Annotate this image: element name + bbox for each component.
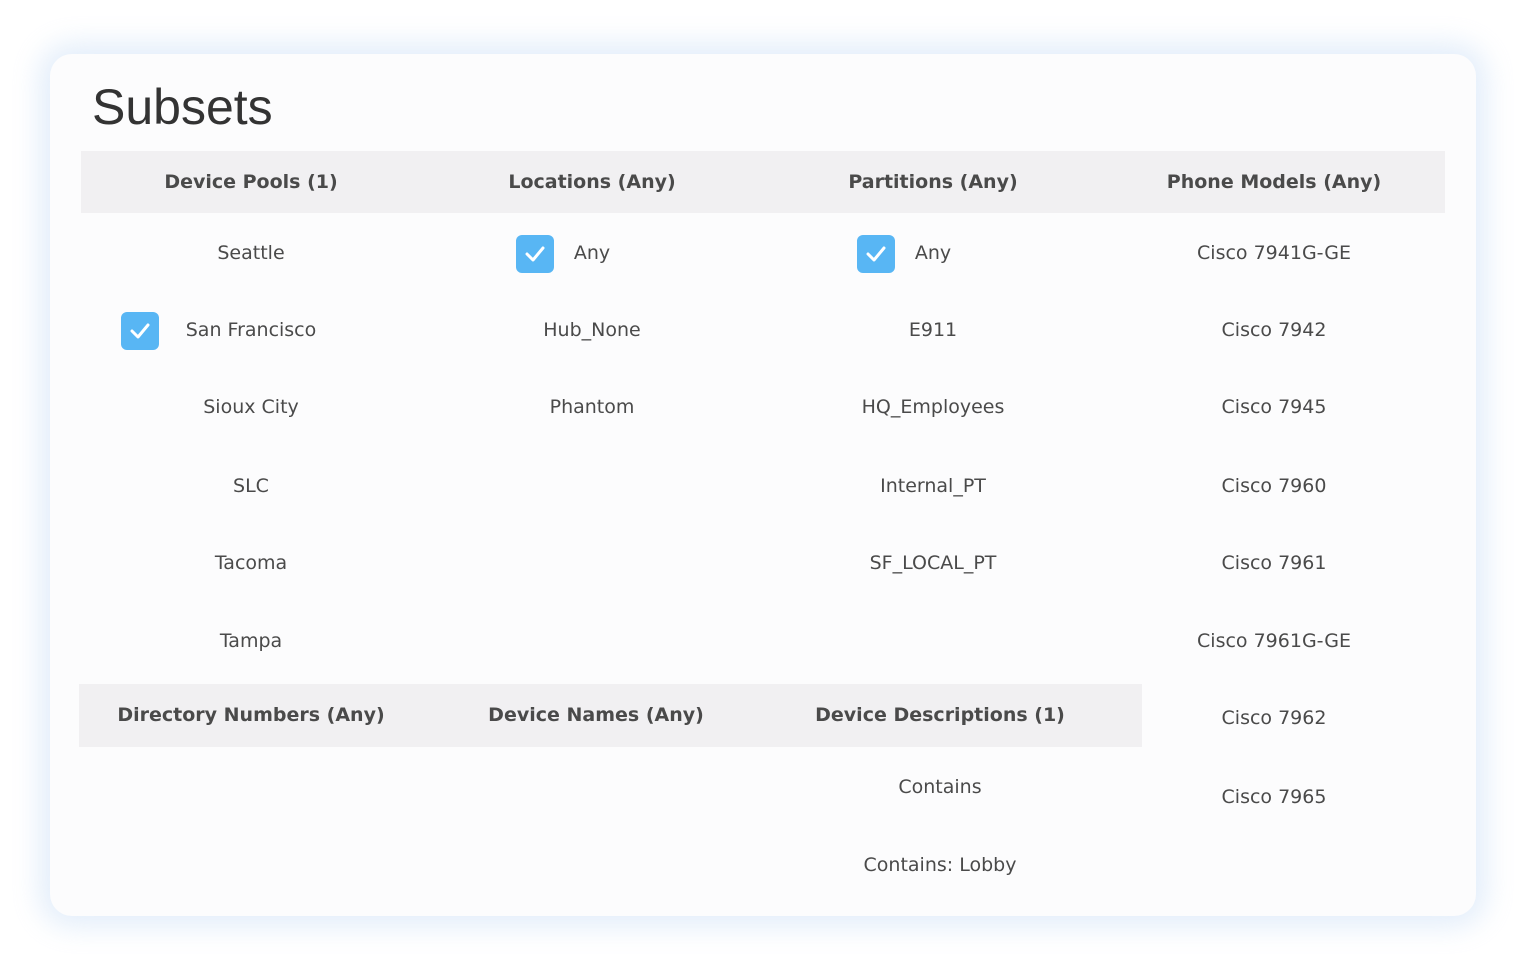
header-device-names: Device Names (Any) <box>488 704 704 726</box>
partition-item[interactable]: E911 <box>909 319 957 341</box>
phone-model-item[interactable]: Cisco 7961 <box>1222 552 1327 574</box>
phone-model-item[interactable]: Cisco 7941G-GE <box>1197 242 1351 264</box>
checkmark-icon <box>525 246 545 262</box>
device-description-item[interactable]: Contains <box>898 776 981 798</box>
header-device-pools: Device Pools (1) <box>164 171 338 193</box>
device-pool-item[interactable]: SLC <box>233 475 269 497</box>
subsets-card: Subsets Device Pools (1) Locations (Any)… <box>50 54 1476 916</box>
header-directory-numbers: Directory Numbers (Any) <box>117 704 385 726</box>
checkbox-partitions-any[interactable] <box>857 235 895 273</box>
checkbox-san-francisco[interactable] <box>121 312 159 350</box>
phone-model-item[interactable]: Cisco 7961G-GE <box>1197 630 1351 652</box>
device-pool-item[interactable]: Seattle <box>217 242 284 264</box>
partition-item[interactable]: HQ_Employees <box>862 396 1005 418</box>
phone-model-item[interactable]: Cisco 7942 <box>1222 319 1327 341</box>
location-item[interactable]: Any <box>574 242 610 264</box>
device-pool-item[interactable]: Sioux City <box>203 396 299 418</box>
device-pool-item[interactable]: San Francisco <box>186 319 317 341</box>
device-pool-item[interactable]: Tacoma <box>215 552 287 574</box>
partition-item[interactable]: Any <box>915 242 951 264</box>
device-pool-item[interactable]: Tampa <box>220 630 282 652</box>
header-phone-models: Phone Models (Any) <box>1166 171 1382 193</box>
phone-model-item[interactable]: Cisco 7960 <box>1222 475 1327 497</box>
partition-item[interactable]: Internal_PT <box>880 475 986 497</box>
header-partitions: Partitions (Any) <box>848 171 1018 193</box>
partition-item[interactable]: SF_LOCAL_PT <box>870 552 997 574</box>
phone-model-item[interactable]: Cisco 7965 <box>1222 786 1327 808</box>
checkmark-icon <box>130 323 150 339</box>
phone-model-item[interactable]: Cisco 7945 <box>1222 396 1327 418</box>
checkmark-icon <box>866 246 886 262</box>
header-locations: Locations (Any) <box>508 171 676 193</box>
phone-model-item[interactable]: Cisco 7962 <box>1222 707 1327 729</box>
page-title: Subsets <box>92 79 273 135</box>
header-device-descriptions: Device Descriptions (1) <box>815 704 1065 726</box>
checkbox-locations-any[interactable] <box>516 235 554 273</box>
device-description-item[interactable]: Contains: Lobby <box>864 854 1017 876</box>
location-item[interactable]: Hub_None <box>543 319 640 341</box>
location-item[interactable]: Phantom <box>550 396 635 418</box>
